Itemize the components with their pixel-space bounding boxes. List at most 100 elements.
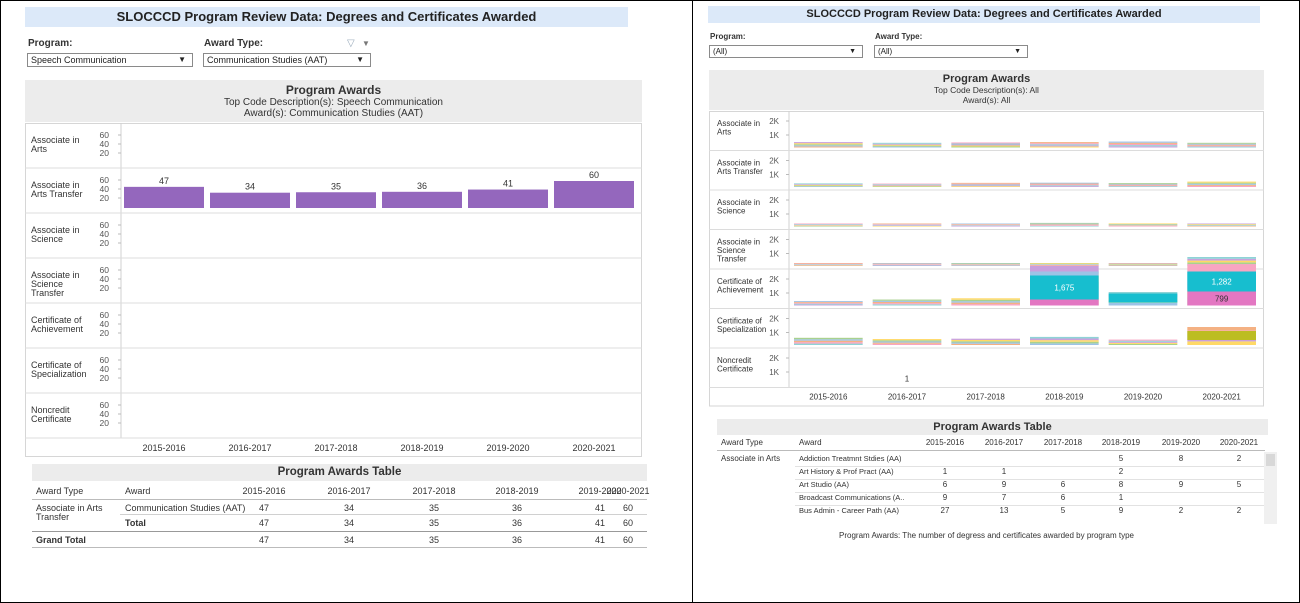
table-scrollbar[interactable] [1264, 452, 1277, 524]
table-value-cell: 13 [999, 506, 1009, 515]
stacked-bar-segment [1187, 258, 1256, 261]
stacked-bar-segment [794, 146, 863, 148]
table-value-cell: 1 [942, 467, 948, 476]
stacked-bar-segment [1030, 225, 1099, 226]
row-label: Specialization [31, 369, 87, 379]
table-value-cell: 2 [1236, 454, 1242, 463]
stacked-bar-segment [794, 264, 863, 265]
segment-value-label: 799 [1215, 295, 1229, 304]
bar-value-label: 34 [245, 182, 255, 192]
scrollbar-thumb[interactable] [1266, 454, 1275, 466]
x-tick-label: 2017-2018 [967, 393, 1006, 402]
chart-title-band: Program Awards Top Code Description(s): … [25, 80, 642, 122]
stacked-bar-segment [794, 225, 863, 227]
table-award-cell: Addiction Treatmnt Stdies (AA) [799, 454, 902, 463]
stacked-bar-segment [1108, 342, 1178, 344]
table-value-cell: 2 [1118, 467, 1124, 476]
filter-icon[interactable]: ▽ [347, 38, 355, 49]
stacked-bar-segment [794, 301, 863, 303]
stacked-bar-segment [872, 301, 942, 304]
row-label: Arts [31, 144, 48, 154]
program-awards-chart: Associate inArts604020Associate inArts T… [25, 123, 642, 457]
table-header-cell: Award [125, 486, 151, 496]
table-value-cell: 47 [258, 503, 269, 513]
bar-value-label: 35 [331, 181, 341, 191]
table-header-cell: 2017-2018 [1043, 438, 1083, 447]
stacked-bar-segment [951, 143, 1020, 145]
table-rule [32, 499, 647, 500]
award-filter-select[interactable]: Communication Studies (AAT) ▼ [203, 53, 371, 67]
stacked-bar-segment [951, 263, 1020, 264]
stacked-bar-segment [872, 299, 942, 301]
stacked-bar-segment [1030, 299, 1099, 306]
stacked-bar-segment [951, 342, 1020, 344]
x-tick-label: 2020-2021 [572, 443, 615, 453]
stacked-bar-segment [1108, 225, 1178, 227]
dashboard-title: SLOCCCD Program Review Data: Degrees and… [25, 7, 628, 27]
stacked-bar-segment [951, 343, 1020, 345]
award-filter-label: Award Type: [875, 32, 923, 41]
table-value-cell: 27 [940, 506, 950, 515]
program-filter-select[interactable]: (All) ▼ [709, 45, 863, 58]
stacked-bar-segment [1108, 339, 1178, 341]
stacked-bar-segment [951, 298, 1020, 300]
bar-value-label: 41 [503, 179, 513, 189]
stacked-bar-segment [1108, 183, 1178, 184]
x-tick-label: 2019-2020 [1124, 393, 1163, 402]
program-filter-select[interactable]: Speech Communication ▼ [27, 53, 193, 67]
stacked-bar-segment [1187, 264, 1256, 273]
row-label: Arts Transfer [31, 189, 83, 199]
stacked-bar-segment [1108, 263, 1178, 265]
stacked-bar-segment [1108, 293, 1178, 303]
award-filter-select[interactable]: (All) ▼ [874, 45, 1028, 58]
stacked-bar-segment [1187, 142, 1256, 144]
bar-value-label: 36 [417, 181, 427, 191]
y-tick-label: 20 [100, 373, 110, 383]
stacked-bar-segment [1108, 265, 1178, 266]
stacked-bar-segment [1187, 225, 1256, 227]
table-header-cell: Award Type [721, 438, 763, 447]
stacked-bar-segment [1108, 145, 1178, 147]
stacked-bar-segment [1187, 224, 1256, 225]
table-header-cell: 2020-2021 [1219, 438, 1259, 447]
stacked-bar-segment [951, 302, 1020, 305]
table-value-cell: 9 [1118, 506, 1124, 515]
stacked-bar-segment [1030, 225, 1099, 227]
stacked-bar-segment [794, 142, 863, 144]
menu-caret-icon[interactable]: ▼ [362, 39, 370, 48]
stacked-bar-segment [1187, 181, 1256, 183]
stacked-bar-segment [1030, 223, 1099, 225]
bar-value-label: 1 [905, 375, 910, 384]
table-value-cell: 34 [343, 503, 354, 513]
stacked-bar-segment [951, 142, 1020, 144]
stacked-bar-segment [794, 145, 863, 147]
stacked-bar-segment [1030, 343, 1099, 345]
stacked-bar-segment [951, 145, 1020, 147]
stacked-bar-segment [1108, 141, 1178, 143]
program-awards-table: Award Type Award 2015-2016 2016-2017 2017-20… [32, 481, 650, 548]
x-tick-label: 2016-2017 [888, 393, 927, 402]
y-tick-label: 1K [769, 131, 779, 140]
stacked-bar-segment [872, 264, 942, 265]
table-value-cell: 36 [511, 503, 522, 513]
award-filter-value: (All) [878, 47, 893, 56]
row-label: Achievement [31, 324, 84, 334]
segment-value-label: 1,282 [1212, 278, 1233, 287]
stacked-bar-segment [1108, 302, 1178, 306]
stacked-bar-segment [1108, 225, 1178, 226]
stacked-bar-segment [1030, 336, 1099, 339]
table-value-cell: 1 [1001, 467, 1007, 476]
stacked-bar-segment [951, 299, 1020, 302]
stacked-bar-segment [872, 303, 942, 305]
table-grand-total-label: Grand Total [36, 535, 86, 545]
stacked-bar-segment [794, 337, 863, 340]
chart-title: Program Awards [285, 83, 382, 97]
stacked-bar-segment [1187, 146, 1256, 148]
stacked-bar-segment [1030, 145, 1099, 147]
stacked-bar-segment [794, 263, 863, 265]
stacked-bar-segment [1030, 146, 1099, 148]
table-total-cell: 60 [622, 518, 633, 528]
y-tick-label: 2K [769, 196, 779, 205]
stacked-bar-segment [1187, 143, 1256, 145]
award-filter-value: Communication Studies (AAT) [207, 55, 328, 65]
